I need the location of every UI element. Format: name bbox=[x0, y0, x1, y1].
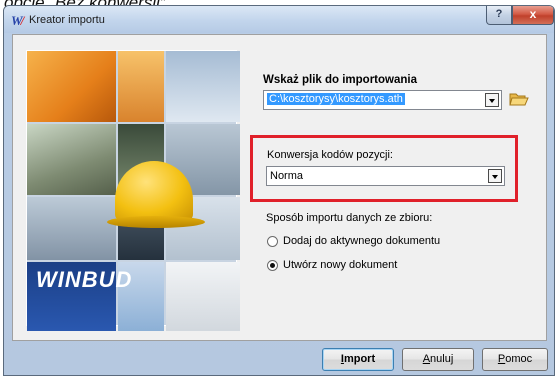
file-select-label: Wskaż plik do importowania bbox=[263, 74, 417, 86]
radio-create-new-label[interactable]: Utwórz nowy dokument bbox=[283, 259, 397, 271]
close-icon[interactable]: x bbox=[512, 6, 554, 25]
window-title: Kreator importu bbox=[29, 14, 105, 26]
winbud-logo: WINBUD bbox=[36, 267, 133, 292]
chevron-down-icon[interactable] bbox=[485, 93, 499, 107]
import-mode-label: Sposób importu danych ze zbioru: bbox=[266, 212, 433, 224]
radio-create-new[interactable] bbox=[267, 260, 278, 271]
title-bar[interactable]: W/ Kreator importu ? x bbox=[4, 6, 554, 33]
help-icon[interactable]: ? bbox=[486, 6, 512, 25]
help-button[interactable]: Pomoc bbox=[482, 348, 548, 371]
code-conversion-combobox[interactable]: Norma bbox=[266, 166, 505, 186]
cancel-button[interactable]: Anuluj bbox=[402, 348, 474, 371]
chevron-down-icon[interactable] bbox=[488, 169, 502, 183]
dialog-client-area: WINBUD Wskaż plik do importowania C:\kos… bbox=[12, 34, 547, 341]
import-wizard-window: W/ Kreator importu ? x WINBUD Wskaż plik… bbox=[3, 5, 555, 376]
file-path-combobox[interactable]: C:\kosztorysy\kosztorys.ath bbox=[263, 90, 502, 110]
import-button[interactable]: Import bbox=[322, 348, 394, 371]
radio-add-to-active-label[interactable]: Dodaj do aktywnego dokumentu bbox=[283, 235, 440, 247]
winbud-banner-image: WINBUD bbox=[26, 50, 240, 331]
open-folder-icon[interactable] bbox=[509, 90, 529, 108]
file-path-value: C:\kosztorysy\kosztorys.ath bbox=[267, 93, 405, 105]
radio-add-to-active[interactable] bbox=[267, 236, 278, 247]
code-conversion-value: Norma bbox=[270, 170, 304, 182]
winbud-app-icon: W/ bbox=[11, 13, 24, 28]
code-conversion-label: Konwersja kodów pozycji: bbox=[267, 149, 393, 161]
